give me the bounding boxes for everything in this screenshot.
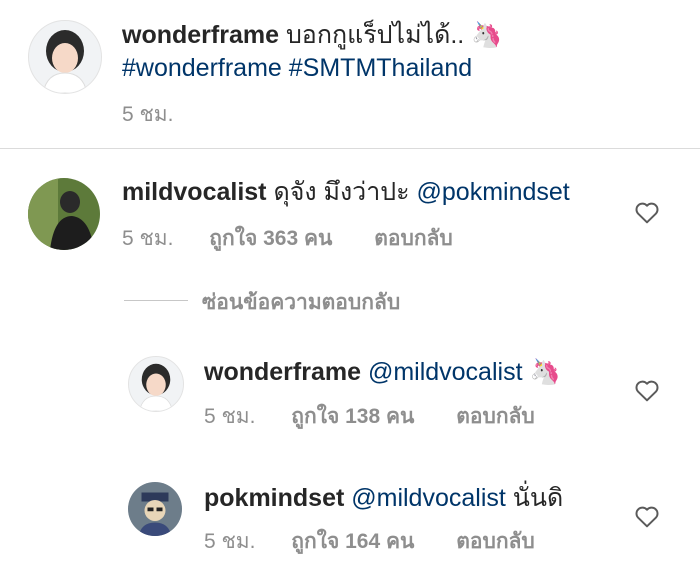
reply-1-reply-button[interactable]: ตอบกลับ <box>456 405 535 428</box>
reply-1-time: 5 ชม. <box>204 405 256 428</box>
comment-reply-button[interactable]: ตอบกลับ <box>374 227 453 250</box>
comment-mention[interactable]: @pokmindset <box>417 178 570 206</box>
reply-2-mention[interactable]: @mildvocalist <box>351 484 506 512</box>
caption-username[interactable]: wonderframe <box>122 21 279 49</box>
hashtag-smtmthailand[interactable]: #SMTMThailand <box>289 54 472 82</box>
comment-time: 5 ชม. <box>122 227 174 250</box>
reply-2-reply-button[interactable]: ตอบกลับ <box>456 530 535 553</box>
reply-2-likes[interactable]: ถูกใจ 164 คน <box>291 530 414 553</box>
caption-time: 5 ชม. <box>122 103 174 126</box>
reply-1-likes[interactable]: ถูกใจ 138 คน <box>291 405 414 428</box>
unicorn-icon: 🦄 <box>471 21 503 49</box>
reply-2-username[interactable]: pokmindset <box>204 484 344 512</box>
heart-icon[interactable] <box>634 504 660 528</box>
reply-2-line: pokmindset @mildvocalist นั่นดิ <box>204 481 563 515</box>
reply-1-mention[interactable]: @mildvocalist <box>368 358 523 386</box>
replies-toggle-line <box>124 300 188 301</box>
comment-line: mildvocalist ดุจัง มึงว่าปะ @pokmindset <box>122 175 570 209</box>
avatar-pokmindset-image <box>128 482 182 536</box>
comment-likes[interactable]: ถูกใจ 363 คน <box>209 227 332 250</box>
avatar-mildvocalist-image <box>28 178 100 250</box>
comment-meta: 5 ชม. ถูกใจ 363 คน ตอบกลับ <box>122 222 453 255</box>
avatar-wonderframe-small-image <box>129 357 183 411</box>
comment-text: ดุจัง มึงว่าปะ <box>273 178 410 206</box>
unicorn-icon: 🦄 <box>529 358 561 386</box>
hashtag-wonderframe[interactable]: #wonderframe <box>122 54 282 82</box>
reply-avatar-pokmindset[interactable] <box>128 482 182 536</box>
reply-2-text: นั่นดิ <box>512 484 564 512</box>
avatar-wonderframe-image <box>29 21 101 93</box>
reply-1-username[interactable]: wonderframe <box>204 358 361 386</box>
caption-line-1: wonderframe บอกกูแร็ปไม่ได้.. 🦄 <box>122 18 502 52</box>
comment-username[interactable]: mildvocalist <box>122 178 267 206</box>
caption-line-2: #wonderframe #SMTMThailand <box>122 51 472 85</box>
reply-1-line: wonderframe @mildvocalist 🦄 <box>204 355 561 389</box>
heart-icon[interactable] <box>634 200 660 224</box>
reply-2-time: 5 ชม. <box>204 530 256 553</box>
heart-icon[interactable] <box>634 378 660 402</box>
caption-meta: 5 ชม. <box>122 98 173 131</box>
reply-1-meta: 5 ชม. ถูกใจ 138 คน ตอบกลับ <box>204 400 535 433</box>
caption-divider <box>0 148 700 149</box>
reply-2-meta: 5 ชม. ถูกใจ 164 คน ตอบกลับ <box>204 525 535 558</box>
comment-avatar-mildvocalist[interactable] <box>28 178 100 250</box>
hide-replies-button[interactable]: ซ่อนข้อความตอบกลับ <box>202 286 400 319</box>
caption-avatar[interactable] <box>28 20 102 94</box>
caption-text: บอกกูแร็ปไม่ได้.. <box>285 21 465 49</box>
reply-avatar-wonderframe[interactable] <box>128 356 184 412</box>
